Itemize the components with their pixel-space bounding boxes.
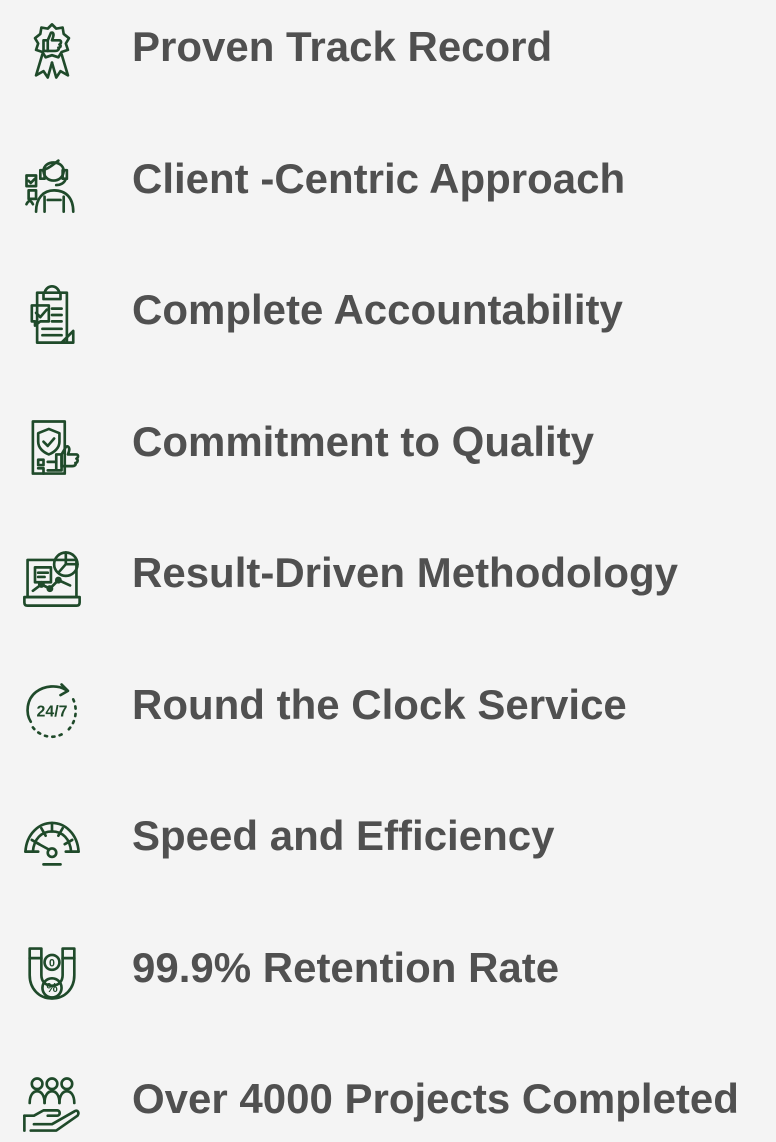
feature-item-proven-track-record: Proven Track Record [0,0,776,90]
feature-title: 99.9% Retention Rate [132,944,560,991]
feature-title: Commitment to Quality [132,418,595,465]
feature-title: Speed and Efficiency [132,812,555,859]
thumbs-up-award-icon [14,14,90,90]
feature-title: Round the Clock Service [132,681,627,728]
feature-item-result-driven-methodology: Result-Driven Methodology [0,526,776,616]
feature-list: Proven Track Record Client -Centric Appr… [0,0,776,1133]
quality-shield-icon [14,409,90,485]
client-support-icon [14,146,90,222]
feature-title: Client -Centric Approach [132,155,626,202]
clipboard-checklist-icon [14,277,90,353]
team-hand-icon [14,1066,90,1142]
magnet-retention-icon: 0 % [14,935,90,1011]
feature-title: Over 4000 Projects Completed [132,1075,739,1122]
feature-title: Result-Driven Methodology [132,549,679,596]
analytics-dashboard-icon [14,540,90,616]
svg-text:0: 0 [49,958,55,970]
feature-item-commitment-to-quality: Commitment to Quality [0,395,776,485]
feature-item-over-4000-projects-completed: Over 4000 Projects Completed [0,1052,776,1142]
feature-item-99-9-retention-rate: 0 % 99.9% Retention Rate [0,921,776,1011]
speedometer-icon [14,803,90,879]
feature-title: Complete Accountability [132,286,623,333]
svg-text:24/7: 24/7 [37,703,68,720]
feature-title: Proven Track Record [132,23,553,70]
feature-item-complete-accountability: Complete Accountability [0,263,776,353]
feature-item-round-the-clock-service: 24/7 Round the Clock Service [0,658,776,748]
feature-item-speed-and-efficiency: Speed and Efficiency [0,789,776,879]
24-7-service-icon: 24/7 [14,672,90,748]
feature-item-client-centric-approach: Client -Centric Approach [0,132,776,222]
svg-text:%: % [46,980,57,995]
